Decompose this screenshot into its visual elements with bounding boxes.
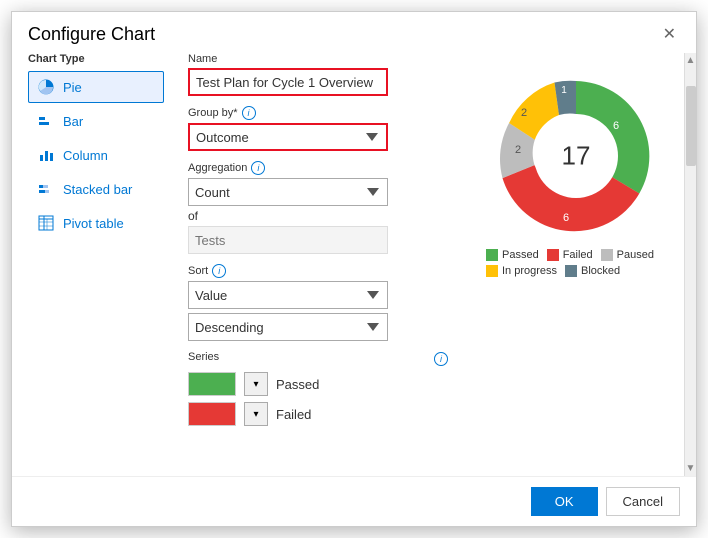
series-label: Series xyxy=(188,351,219,363)
cancel-button[interactable]: Cancel xyxy=(606,487,680,516)
dialog-titlebar: Configure Chart ✕ xyxy=(12,12,696,53)
sort-label: Sort i xyxy=(188,264,448,278)
legend-label-inprogress: In progress xyxy=(502,265,557,277)
chart-panel: 6 6 2 2 1 17 Passed Failed xyxy=(464,53,684,476)
legend-color-inprogress xyxy=(486,265,498,277)
name-label: Name xyxy=(188,53,448,65)
series-field-group: Series i ▾ Passed ▾ Failed xyxy=(188,351,448,426)
svg-text:2: 2 xyxy=(521,107,527,119)
legend-inprogress: In progress xyxy=(486,265,557,277)
legend-color-paused xyxy=(601,249,613,261)
legend-color-failed xyxy=(547,249,559,261)
of-input xyxy=(188,226,388,254)
scrollbar-thumb[interactable] xyxy=(686,86,696,166)
chart-type-column[interactable]: Column xyxy=(28,139,164,171)
donut-center-value: 17 xyxy=(562,141,591,172)
aggregation-select[interactable]: Count Sum Average xyxy=(188,178,388,206)
series-color-passed[interactable] xyxy=(188,372,236,396)
svg-text:1: 1 xyxy=(561,85,567,96)
close-button[interactable]: ✕ xyxy=(659,25,680,45)
series-info-icon[interactable]: i xyxy=(434,352,448,366)
legend-blocked: Blocked xyxy=(565,265,620,277)
series-label-failed: Failed xyxy=(276,407,311,422)
sort-select[interactable]: Value Label xyxy=(188,281,388,309)
aggregation-field-group: Aggregation i Count Sum Average of xyxy=(188,161,448,254)
bar-icon xyxy=(37,112,55,130)
legend-label-passed: Passed xyxy=(502,249,539,261)
sort-info-icon[interactable]: i xyxy=(212,264,226,278)
config-panel: Name Group by* i Outcome Priority Assign… xyxy=(172,53,464,476)
name-field-group: Name xyxy=(188,53,448,96)
dialog-body: Chart Type Pie xyxy=(12,53,696,476)
stacked-bar-icon xyxy=(37,180,55,198)
legend-color-passed xyxy=(486,249,498,261)
legend-paused: Paused xyxy=(601,249,654,261)
svg-text:2: 2 xyxy=(515,144,521,156)
chart-type-pie-label: Pie xyxy=(63,80,82,95)
svg-text:6: 6 xyxy=(613,120,619,132)
legend-label-paused: Paused xyxy=(617,249,654,261)
series-row-passed: ▾ Passed xyxy=(188,372,448,396)
chart-type-label: Chart Type xyxy=(28,53,164,65)
dialog-title: Configure Chart xyxy=(28,24,155,45)
chart-type-pivot-table-label: Pivot table xyxy=(63,216,124,231)
legend-passed: Passed xyxy=(486,249,539,261)
donut-chart: 6 6 2 2 1 17 xyxy=(486,71,666,241)
chart-type-pivot-table[interactable]: Pivot table xyxy=(28,207,164,239)
configure-chart-dialog: Configure Chart ✕ Chart Type xyxy=(11,11,697,527)
ok-button[interactable]: OK xyxy=(531,487,598,516)
scroll-down-arrow[interactable]: ▼ xyxy=(686,463,696,474)
legend-label-failed: Failed xyxy=(563,249,593,261)
chart-type-panel: Chart Type Pie xyxy=(12,53,172,476)
legend-label-blocked: Blocked xyxy=(581,265,620,277)
group-by-field-group: Group by* i Outcome Priority Assigned To xyxy=(188,106,448,151)
series-label-passed: Passed xyxy=(276,377,319,392)
sort-order-select[interactable]: Descending Ascending xyxy=(188,313,388,341)
of-label: of xyxy=(188,209,448,223)
legend-color-blocked xyxy=(565,265,577,277)
scroll-up-arrow[interactable]: ▲ xyxy=(686,55,696,66)
chart-type-stacked-bar-label: Stacked bar xyxy=(63,182,132,197)
chart-type-column-label: Column xyxy=(63,148,108,163)
chart-type-stacked-bar[interactable]: Stacked bar xyxy=(28,173,164,205)
chart-type-bar-label: Bar xyxy=(63,114,83,129)
svg-text:6: 6 xyxy=(563,212,569,224)
series-dropdown-failed[interactable]: ▾ xyxy=(244,402,268,426)
series-dropdown-passed[interactable]: ▾ xyxy=(244,372,268,396)
chart-legend: Passed Failed Paused In progress Blocked xyxy=(486,249,666,277)
group-by-select[interactable]: Outcome Priority Assigned To xyxy=(188,123,388,151)
chart-type-bar[interactable]: Bar xyxy=(28,105,164,137)
aggregation-label: Aggregation i xyxy=(188,161,448,175)
series-row-failed: ▾ Failed xyxy=(188,402,448,426)
group-by-label: Group by* i xyxy=(188,106,448,120)
sort-field-group: Sort i Value Label Descending Ascending xyxy=(188,264,448,341)
dialog-footer: OK Cancel xyxy=(12,476,696,526)
chart-type-list: Pie Bar xyxy=(28,71,164,239)
series-header: Series i xyxy=(188,351,448,366)
pivot-table-icon xyxy=(37,214,55,232)
pie-icon xyxy=(37,78,55,96)
chart-type-pie[interactable]: Pie xyxy=(28,71,164,103)
group-by-info-icon[interactable]: i xyxy=(242,106,256,120)
aggregation-info-icon[interactable]: i xyxy=(251,161,265,175)
name-input[interactable] xyxy=(188,68,388,96)
scrollbar[interactable]: ▲ ▼ xyxy=(684,53,696,476)
column-icon xyxy=(37,146,55,164)
series-color-failed[interactable] xyxy=(188,402,236,426)
legend-failed: Failed xyxy=(547,249,593,261)
